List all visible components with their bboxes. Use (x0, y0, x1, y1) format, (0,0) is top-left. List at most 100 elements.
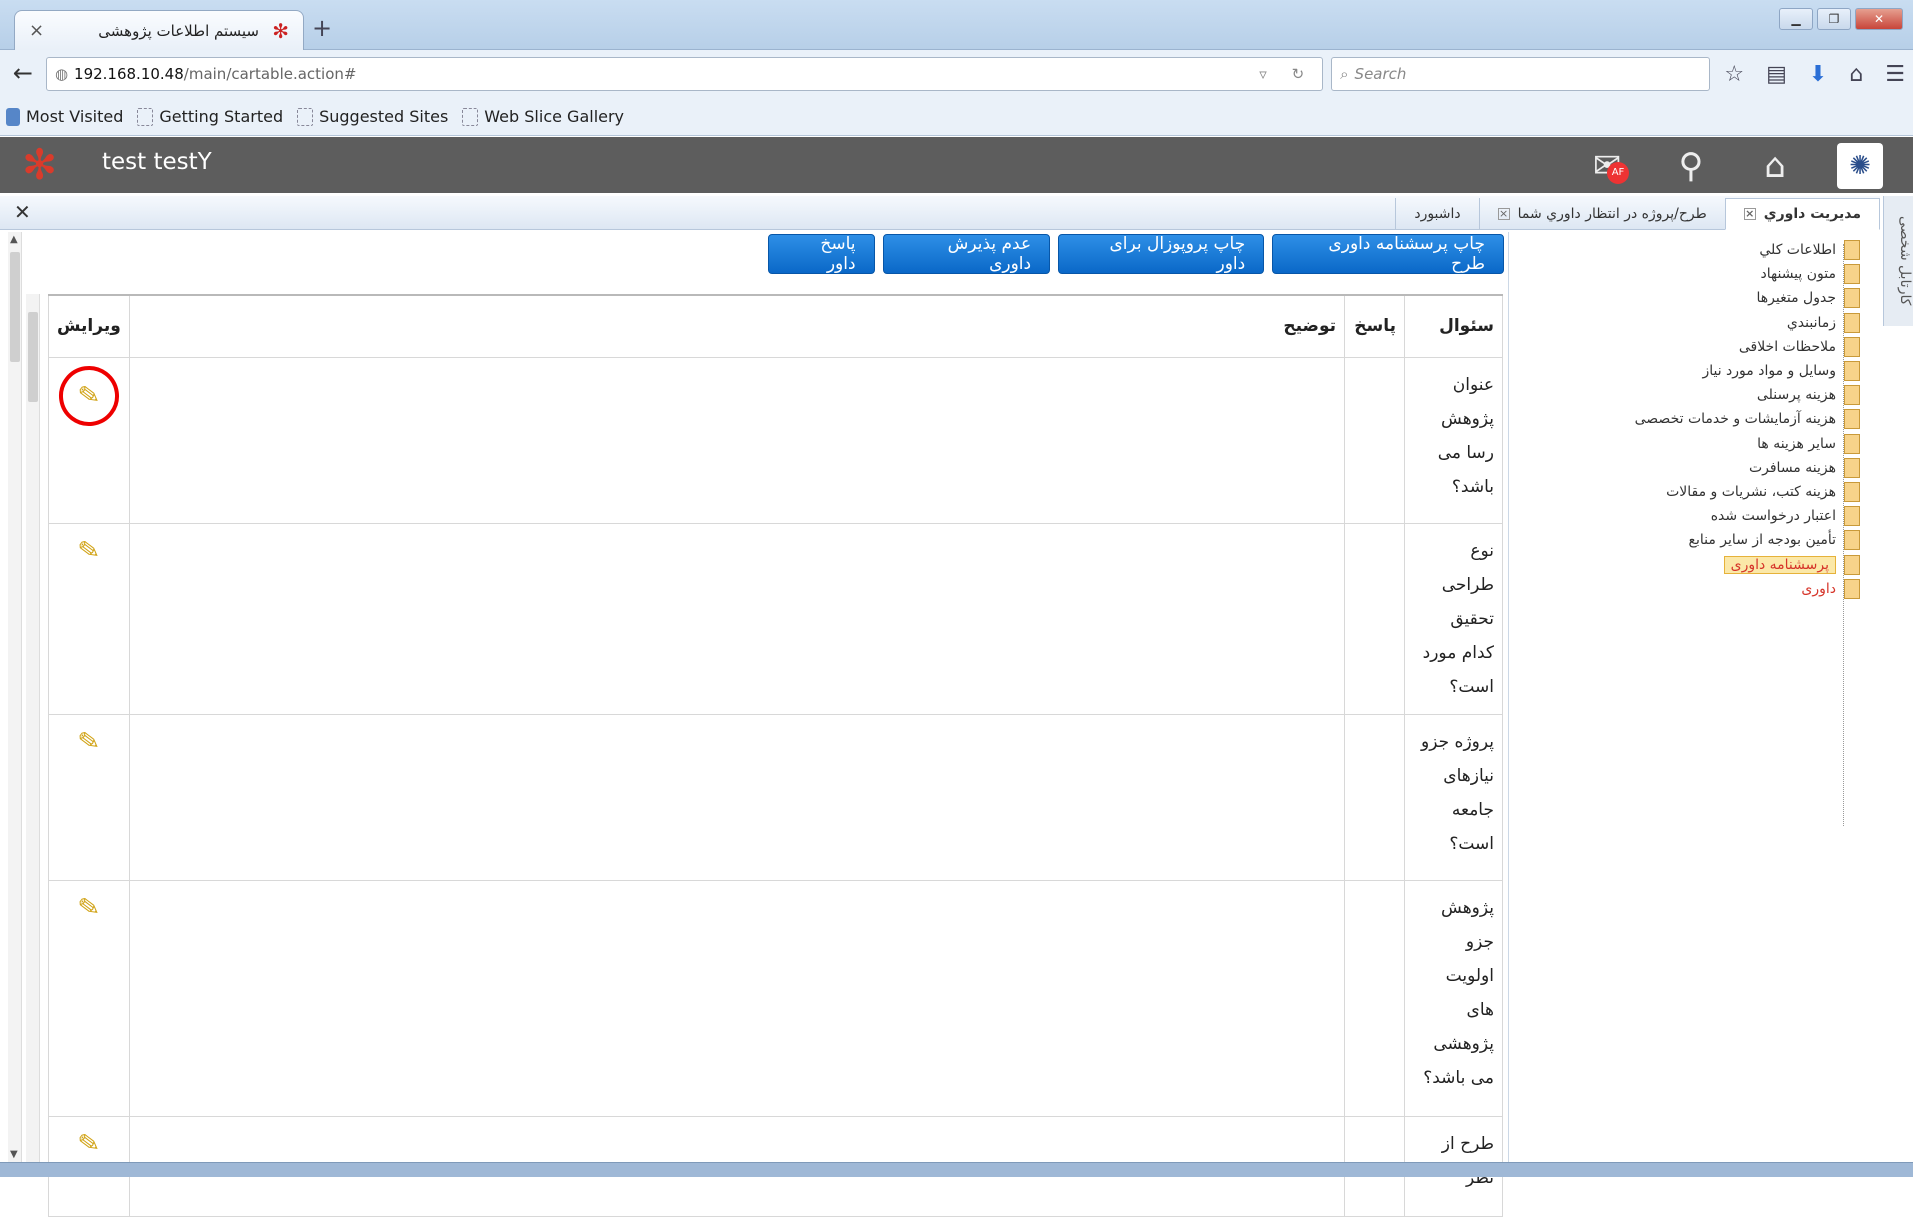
document-icon (1844, 312, 1860, 333)
table-row: پژوهش جزو اولویت های پژوهشی می باشد؟ ✎ (48, 879, 1503, 1117)
sidebar-item-label: هزینه کتب، نشریات و مقالات (1666, 483, 1836, 500)
scrollbar-thumb[interactable] (10, 252, 20, 362)
bookmark-suggested-sites[interactable]: Suggested Sites (297, 107, 448, 126)
university-seal-icon: ✺ (1837, 143, 1883, 189)
sidebar-item-label: هزینه مسافرت (1748, 459, 1836, 476)
answer-cell (1344, 713, 1405, 881)
scroll-up-icon[interactable]: ▲ (10, 234, 18, 245)
tab-dashboard[interactable]: داشبورد (1395, 198, 1478, 230)
tab-close-icon[interactable]: × (29, 20, 44, 41)
sidebar-item-review-questionnaire[interactable]: پرسشنامه داوری (1509, 552, 1880, 576)
search-input[interactable]: ⌕ Search (1331, 57, 1711, 91)
document-icon (1844, 264, 1860, 285)
print-proposal-button[interactable]: چاپ پروپوزال برای داور (1058, 234, 1265, 274)
print-questionnaire-button[interactable]: چاپ پرسشنامه داوری طرح (1272, 234, 1504, 274)
bookmark-web-slice-gallery[interactable]: Web Slice Gallery (462, 107, 624, 126)
reviewer-response-button[interactable]: پاسخ داور (768, 234, 875, 274)
sidebar-item-general-info[interactable]: اطلاعات کلي (1509, 238, 1880, 262)
tab-review-management[interactable]: مديريت داوري × (1724, 198, 1880, 230)
url-path: /main/cartable.action# (183, 65, 357, 83)
document-icon (1844, 385, 1860, 406)
bookmark-label: Most Visited (26, 107, 124, 126)
column-header-answer: پاسخ (1344, 294, 1405, 358)
tab-close-icon[interactable]: × (1743, 208, 1756, 220)
sidebar-item-review[interactable]: داوری (1509, 577, 1880, 601)
back-arrow-icon[interactable]: ← (8, 59, 38, 89)
navigation-bar: ← ◍ 192.168.10.48/main/cartable.action# … (0, 50, 1913, 98)
scroll-down-icon[interactable]: ▼ (10, 1149, 18, 1160)
page-icon (297, 107, 314, 126)
window-close-button[interactable]: ✕ (1855, 8, 1903, 30)
column-header-description: توضیح (128, 294, 1346, 358)
sidebar-item-variables-table[interactable]: جدول متغیرها (1509, 286, 1880, 310)
sidebar-item-label: زمانبندي (1786, 314, 1836, 331)
edit-pencil-icon[interactable]: ✎ (76, 1127, 102, 1160)
sidebar-item-label: جدول متغیرها (1756, 290, 1836, 307)
edit-pencil-icon[interactable]: ✎ (76, 725, 102, 758)
maximize-button[interactable]: ❐ (1817, 8, 1851, 30)
tab-label: داشبورد (1414, 206, 1461, 222)
answer-cell (1344, 522, 1405, 715)
sidebar-item-label: پرسشنامه داوری (1723, 555, 1836, 574)
document-icon (1844, 506, 1860, 527)
sidebar-item-timeline[interactable]: زمانبندي (1509, 311, 1880, 335)
mail-badge: AF (1607, 162, 1629, 184)
reading-list-icon[interactable]: ▤ (1766, 62, 1787, 87)
vertical-cartable-tab[interactable]: کارتابل شخصی (1883, 196, 1913, 326)
sidebar-item-equipment[interactable]: وسایل و مواد مورد نیاز (1509, 359, 1880, 383)
sidebar-item-tests-cost[interactable]: هزینه آزمایشات و خدمات تخصصی (1509, 407, 1880, 431)
download-icon[interactable]: ⬇ (1809, 62, 1827, 87)
sidebar-item-label: هزینه آزمایشات و خدمات تخصصی (1634, 411, 1836, 428)
description-cell (128, 879, 1346, 1117)
reload-icon[interactable]: ▿ ↻ (1259, 65, 1314, 83)
outer-scrollbar[interactable]: ▲ ▼ (8, 232, 22, 1162)
browser-tab[interactable]: ✻ سیستم اطلاعات پژوهشی × (14, 10, 304, 50)
tab-close-icon[interactable]: × (1497, 208, 1510, 220)
browser-tabstrip: ✻ سیستم اطلاعات پژوهشی × + ▁ ❐ ✕ (0, 0, 1913, 50)
sidebar-item-ethics[interactable]: ملاحظات اخلاقی (1509, 335, 1880, 359)
sidebar-item-label: تأمین بودجه از سایر منابع (1688, 532, 1836, 549)
close-all-tabs-icon[interactable]: ✕ (14, 200, 31, 224)
column-header-question: سئوال (1404, 294, 1503, 358)
edit-pencil-icon[interactable]: ✎ (76, 891, 102, 924)
tab-label: طرح/پروژه در انتظار داوري شما (1517, 206, 1707, 222)
search-icon[interactable]: ⚲ (1669, 144, 1713, 188)
edit-cell: ✎ (48, 522, 130, 715)
sidebar-item-label: ملاحظات اخلاقی (1738, 338, 1836, 355)
mail-icon[interactable]: ✉ AF (1585, 144, 1629, 188)
tab-pending-reviews[interactable]: طرح/پروژه در انتظار داوري شما × (1478, 198, 1725, 230)
sidebar-item-travel-cost[interactable]: هزینه مسافرت (1509, 456, 1880, 480)
bookmark-label: Web Slice Gallery (484, 107, 625, 126)
sidebar-item-personnel-cost[interactable]: هزینه پرسنلی (1509, 383, 1880, 407)
edit-pencil-icon[interactable]: ✎ (55, 361, 123, 430)
sidebar-item-proposal-texts[interactable]: متون پیشنهاد (1509, 262, 1880, 286)
minimize-button[interactable]: ▁ (1779, 8, 1813, 30)
sidebar-item-label: سایر هزینه ها (1757, 435, 1836, 452)
sidebar-item-label: داوری (1801, 580, 1836, 597)
scrollbar-thumb[interactable] (28, 312, 38, 402)
address-bar[interactable]: ◍ 192.168.10.48/main/cartable.action# ▿ … (45, 57, 1324, 91)
home-icon[interactable]: ⌂ (1753, 144, 1797, 188)
sidebar-item-other-costs[interactable]: سایر هزینه ها (1509, 432, 1880, 456)
home-icon[interactable]: ⌂ (1849, 62, 1863, 87)
document-icon (1844, 554, 1860, 575)
sidebar-item-other-funding[interactable]: تأمین بودجه از سایر منابع (1509, 528, 1880, 552)
sidebar-item-books-cost[interactable]: هزینه کتب، نشریات و مقالات (1509, 480, 1880, 504)
menu-icon[interactable]: ☰ (1885, 62, 1905, 87)
description-cell (128, 713, 1346, 881)
sidebar-item-requested-credit[interactable]: اعتبار درخواست شده (1509, 504, 1880, 528)
page-icon (462, 107, 479, 126)
search-placeholder: Search (1354, 65, 1407, 83)
firefox-icon (6, 107, 20, 126)
edit-pencil-icon[interactable]: ✎ (76, 534, 102, 567)
grid-scrollbar[interactable] (26, 294, 40, 1162)
question-cell: پروژه جزو نیازهای جامعه است؟ (1404, 713, 1503, 881)
sidebar-item-label: متون پیشنهاد (1760, 266, 1836, 283)
window-controls: ▁ ❐ ✕ (1779, 8, 1903, 30)
bookmark-getting-started[interactable]: Getting Started (137, 107, 283, 126)
bookmark-most-visited[interactable]: Most Visited (6, 107, 123, 126)
decline-review-button[interactable]: عدم پذیرش داوری (882, 234, 1051, 274)
sidebar-item-label: وسایل و مواد مورد نیاز (1702, 363, 1836, 380)
bookmark-star-icon[interactable]: ☆ (1724, 62, 1744, 87)
new-tab-button[interactable]: + (312, 14, 332, 42)
